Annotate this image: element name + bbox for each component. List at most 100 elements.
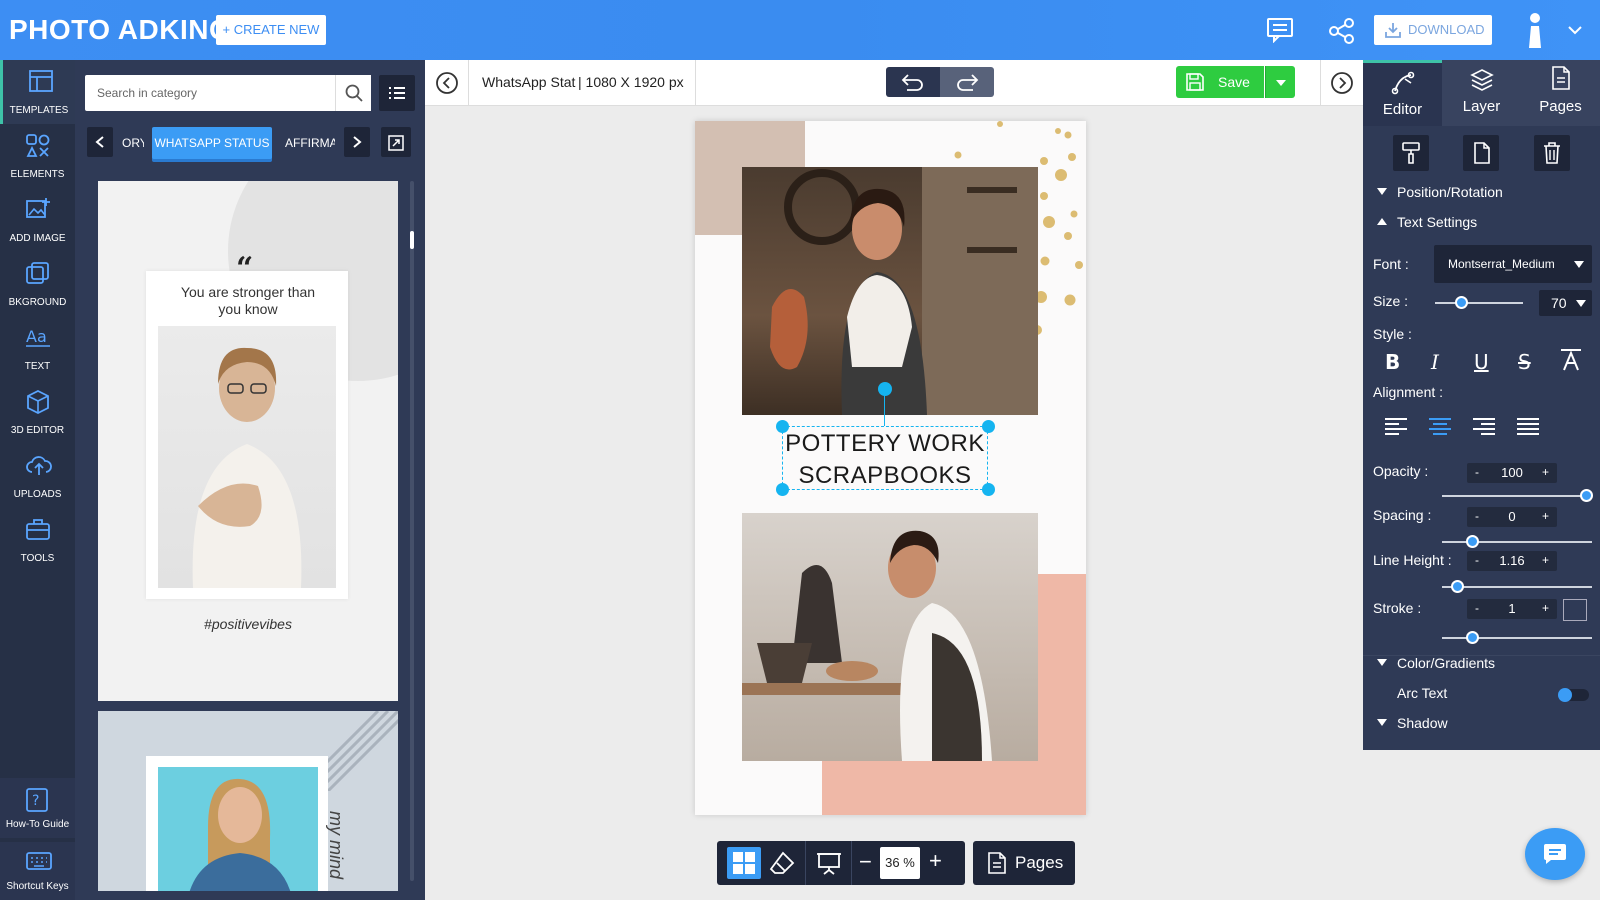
divider bbox=[851, 841, 852, 885]
stroke-stepper[interactable]: -1 + bbox=[1467, 599, 1557, 619]
user-avatar-icon[interactable] bbox=[1524, 12, 1546, 50]
collapse-right-button[interactable] bbox=[1330, 71, 1354, 95]
tab-editor[interactable]: Editor bbox=[1363, 60, 1442, 126]
delete-button[interactable] bbox=[1534, 135, 1570, 171]
zoom-in-button[interactable]: + bbox=[929, 849, 942, 873]
section-text-settings[interactable]: Text Settings bbox=[1397, 214, 1477, 230]
stroke-increment[interactable]: + bbox=[1542, 601, 1549, 615]
canvas-controls: − 36 % + bbox=[717, 841, 965, 885]
template-thumbnail[interactable]: my mind bbox=[98, 711, 398, 891]
tab-pages[interactable]: Pages bbox=[1521, 60, 1600, 126]
chevron-down-icon[interactable] bbox=[1567, 24, 1583, 36]
nav-uploads[interactable]: UPLOADS bbox=[0, 444, 75, 508]
strikethrough-button[interactable]: S bbox=[1518, 350, 1531, 374]
line-height-increment[interactable]: + bbox=[1542, 553, 1549, 567]
list-view-button[interactable] bbox=[379, 75, 415, 111]
line-height-slider-knob[interactable] bbox=[1451, 580, 1464, 593]
size-slider-knob[interactable] bbox=[1455, 296, 1469, 309]
align-left-button[interactable] bbox=[1385, 417, 1407, 437]
zoom-out-button[interactable]: − bbox=[859, 850, 872, 874]
nav-shortcut-keys[interactable]: Shortcut Keys bbox=[0, 842, 75, 900]
align-justify-button[interactable] bbox=[1517, 417, 1539, 437]
category-prev-button[interactable] bbox=[87, 127, 113, 157]
redo-button[interactable] bbox=[940, 67, 994, 97]
uppercase-button[interactable] bbox=[1560, 349, 1582, 371]
expand-panel-button[interactable] bbox=[381, 127, 411, 157]
bold-button[interactable]: B bbox=[1385, 350, 1400, 374]
section-color-gradients[interactable]: Color/Gradients bbox=[1397, 655, 1495, 671]
nav-templates[interactable]: TEMPLATES bbox=[0, 60, 75, 124]
tab-layer[interactable]: Layer bbox=[1442, 60, 1521, 126]
nav-tools[interactable]: TOOLS bbox=[0, 508, 75, 572]
opacity-slider[interactable] bbox=[1442, 495, 1592, 497]
spacing-stepper[interactable]: -0 + bbox=[1467, 507, 1557, 527]
pages-button[interactable]: Pages bbox=[973, 841, 1075, 885]
panel-scrollbar-thumb[interactable] bbox=[410, 231, 414, 249]
italic-button[interactable]: I bbox=[1431, 350, 1439, 374]
nav-background[interactable]: BKGROUND bbox=[0, 252, 75, 316]
opacity-stepper[interactable]: -100 + bbox=[1467, 463, 1557, 483]
spacing-increment[interactable]: + bbox=[1542, 509, 1549, 523]
save-options-dropdown[interactable] bbox=[1265, 66, 1295, 98]
align-right-button[interactable] bbox=[1473, 417, 1495, 437]
eraser-button[interactable] bbox=[769, 851, 795, 875]
size-slider[interactable] bbox=[1435, 302, 1523, 304]
spacing-slider-knob[interactable] bbox=[1466, 535, 1479, 548]
grid-view-button[interactable] bbox=[727, 847, 761, 879]
logo[interactable]: PHOTO ADKING bbox=[9, 15, 231, 45]
canvas-text-layer[interactable]: POTTERY WORK SCRAPBOOKS bbox=[775, 428, 995, 492]
duplicate-button[interactable] bbox=[1463, 135, 1499, 171]
design-page[interactable]: POTTERY WORK SCRAPBOOKS bbox=[695, 121, 1086, 815]
tab-label: Pages bbox=[1539, 98, 1582, 115]
nav-text[interactable]: Aa TEXT bbox=[0, 316, 75, 380]
nav-add-image[interactable]: ADD IMAGE bbox=[0, 188, 75, 252]
category-next-button[interactable] bbox=[344, 127, 370, 157]
line-height-stepper[interactable]: -1.16 + bbox=[1467, 551, 1557, 571]
download-button[interactable]: DOWNLOAD bbox=[1374, 15, 1492, 45]
spacing-slider[interactable] bbox=[1442, 541, 1592, 543]
search-button[interactable] bbox=[335, 75, 371, 111]
template-thumbnail[interactable]: “ You are stronger than you know #positi… bbox=[98, 181, 398, 701]
comment-icon[interactable] bbox=[1266, 17, 1294, 43]
section-shadow[interactable]: Shadow bbox=[1397, 715, 1448, 731]
chat-support-button[interactable] bbox=[1525, 828, 1585, 880]
share-icon[interactable] bbox=[1328, 17, 1356, 45]
opacity-slider-knob[interactable] bbox=[1580, 489, 1593, 502]
format-painter-button[interactable] bbox=[1393, 135, 1429, 171]
panel-scrollbar[interactable] bbox=[410, 181, 414, 881]
line-height-slider[interactable] bbox=[1442, 586, 1592, 588]
save-button[interactable]: Save bbox=[1176, 66, 1264, 98]
underline-button[interactable]: U bbox=[1474, 350, 1489, 374]
nav-label: TOOLS bbox=[20, 553, 55, 564]
stroke-color-swatch[interactable] bbox=[1563, 599, 1587, 621]
eraser-icon bbox=[769, 851, 795, 874]
align-center-button[interactable] bbox=[1429, 417, 1451, 437]
category-chip-story[interactable]: ORY bbox=[122, 127, 144, 159]
collapse-left-button[interactable] bbox=[435, 71, 459, 95]
document-name[interactable]: WhatsApp Stat bbox=[482, 74, 575, 90]
category-chip-whatsapp-status[interactable]: WHATSAPP STATUS bbox=[152, 127, 272, 159]
zoom-level[interactable]: 36 % bbox=[880, 847, 920, 879]
presentation-button[interactable] bbox=[817, 851, 841, 875]
size-select[interactable]: 70 bbox=[1539, 290, 1592, 316]
rotate-handle[interactable] bbox=[878, 382, 892, 396]
opacity-increment[interactable]: + bbox=[1542, 465, 1549, 479]
paint-roller-icon bbox=[1402, 142, 1420, 164]
align-left-icon bbox=[1385, 418, 1407, 435]
nav-elements[interactable]: ELEMENTS bbox=[0, 124, 75, 188]
section-position-rotation[interactable]: Position/Rotation bbox=[1397, 184, 1503, 200]
caret-up-icon bbox=[1377, 218, 1387, 225]
category-chip-affirmations[interactable]: AFFIRMA bbox=[285, 127, 335, 159]
font-select[interactable]: Montserrat_Medium bbox=[1434, 245, 1592, 283]
stroke-slider-knob[interactable] bbox=[1466, 631, 1479, 644]
nav-3d-editor[interactable]: 3D EDITOR bbox=[0, 380, 75, 444]
canvas-text-line: SCRAPBOOKS bbox=[798, 462, 972, 489]
undo-button[interactable] bbox=[886, 67, 940, 97]
stroke-slider[interactable] bbox=[1442, 637, 1592, 639]
quote-mark-icon: “ bbox=[236, 251, 254, 286]
nav-label: Shortcut Keys bbox=[6, 881, 69, 892]
search-input[interactable]: Search in category bbox=[85, 75, 335, 111]
nav-how-to-guide[interactable]: ? How-To Guide bbox=[0, 778, 75, 838]
arc-text-toggle[interactable] bbox=[1558, 688, 1589, 702]
create-new-button[interactable]: + CREATE NEW bbox=[216, 15, 326, 45]
